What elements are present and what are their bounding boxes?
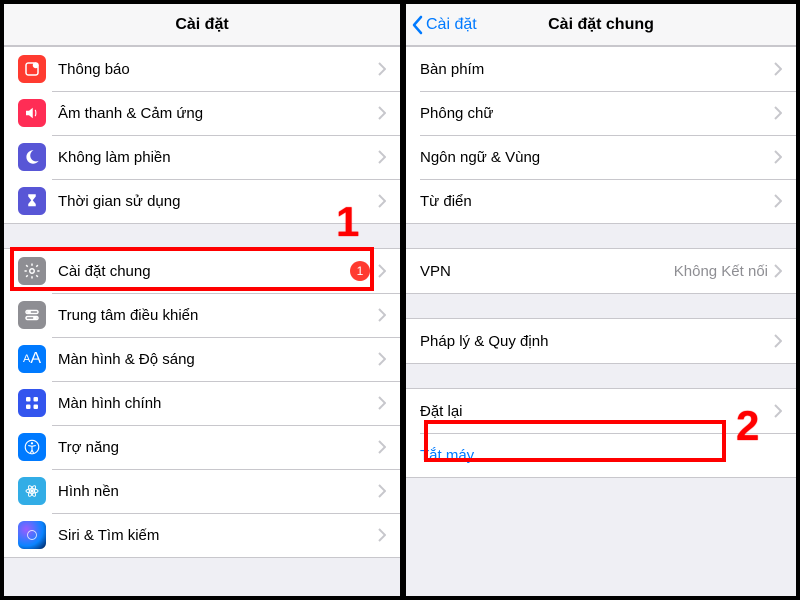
chevron-right-icon	[774, 194, 782, 208]
annotation-number-2: 2	[736, 402, 759, 450]
settings-list[interactable]: Thông báo Âm thanh & Cảm ứng Không làm p…	[4, 46, 400, 596]
row-notifications[interactable]: Thông báo	[4, 47, 400, 91]
row-label: Tắt máy	[420, 447, 782, 464]
chevron-right-icon	[774, 106, 782, 120]
row-keyboard[interactable]: Bàn phím	[406, 47, 796, 91]
row-dictionary[interactable]: Từ điển	[406, 179, 796, 223]
group-vpn: VPN Không Kết nối	[406, 248, 796, 294]
row-siri[interactable]: Siri & Tìm kiếm	[4, 513, 400, 557]
row-dnd[interactable]: Không làm phiền	[4, 135, 400, 179]
back-label: Cài đặt	[426, 16, 477, 34]
row-label: Pháp lý & Quy định	[420, 333, 774, 350]
row-wallpaper[interactable]: Hình nền	[4, 469, 400, 513]
row-display[interactable]: AA Màn hình & Độ sáng	[4, 337, 400, 381]
notification-badge: 1	[350, 261, 370, 281]
chevron-right-icon	[378, 484, 386, 498]
notification-icon	[18, 55, 46, 83]
chevron-right-icon	[378, 264, 386, 278]
navbar-right: Cài đặt Cài đặt chung	[406, 4, 796, 46]
chevron-right-icon	[378, 62, 386, 76]
group-general: Cài đặt chung 1 Trung tâm điều khiển AA …	[4, 248, 400, 558]
row-sounds[interactable]: Âm thanh & Cảm ứng	[4, 91, 400, 135]
chevron-right-icon	[378, 396, 386, 410]
general-list[interactable]: Bàn phím Phông chữ Ngôn ngữ & Vùng Từ đi…	[406, 46, 796, 596]
wallpaper-icon	[18, 477, 46, 505]
row-label: Bàn phím	[420, 61, 774, 78]
navbar-left: Cài đặt	[4, 4, 400, 46]
row-vpn[interactable]: VPN Không Kết nối	[406, 249, 796, 293]
row-label: Trợ năng	[58, 439, 378, 456]
chevron-right-icon	[378, 150, 386, 164]
group-gap	[406, 224, 796, 248]
chevron-right-icon	[378, 308, 386, 322]
hourglass-icon	[18, 187, 46, 215]
row-label: VPN	[420, 263, 674, 280]
group-gap	[406, 294, 796, 318]
back-button[interactable]: Cài đặt	[410, 4, 477, 45]
chevron-right-icon	[774, 334, 782, 348]
row-general[interactable]: Cài đặt chung 1	[4, 249, 400, 293]
gear-icon	[18, 257, 46, 285]
row-label: Phông chữ	[420, 105, 774, 122]
accessibility-icon	[18, 433, 46, 461]
chevron-right-icon	[378, 106, 386, 120]
group-legal: Pháp lý & Quy định	[406, 318, 796, 364]
chevron-right-icon	[378, 352, 386, 366]
row-label: Màn hình & Độ sáng	[58, 351, 378, 368]
chevron-right-icon	[774, 404, 782, 418]
switches-icon	[18, 301, 46, 329]
page-title: Cài đặt	[175, 16, 228, 34]
row-legal[interactable]: Pháp lý & Quy định	[406, 319, 796, 363]
row-label: Thông báo	[58, 61, 378, 78]
general-pane: Cài đặt Cài đặt chung Bàn phím Phông chữ…	[400, 4, 796, 596]
row-label: Cài đặt chung	[58, 263, 350, 280]
row-label: Âm thanh & Cảm ứng	[58, 105, 378, 122]
page-title: Cài đặt chung	[548, 16, 654, 34]
annotation-number-1: 1	[336, 198, 359, 246]
chevron-right-icon	[774, 264, 782, 278]
group-input: Bàn phím Phông chữ Ngôn ngữ & Vùng Từ đi…	[406, 46, 796, 224]
vpn-status: Không Kết nối	[674, 263, 768, 280]
row-label: Trung tâm điều khiển	[58, 307, 378, 324]
chevron-right-icon	[774, 62, 782, 76]
row-label: Từ điển	[420, 193, 774, 210]
row-language[interactable]: Ngôn ngữ & Vùng	[406, 135, 796, 179]
chevron-right-icon	[378, 440, 386, 454]
chevron-right-icon	[774, 150, 782, 164]
grid-icon	[18, 389, 46, 417]
row-label: Thời gian sử dụng	[58, 193, 378, 210]
group-gap	[406, 364, 796, 388]
row-accessibility[interactable]: Trợ năng	[4, 425, 400, 469]
tutorial-frame: Cài đặt Thông báo Âm thanh & Cảm ứng	[4, 4, 796, 596]
row-controlcenter[interactable]: Trung tâm điều khiển	[4, 293, 400, 337]
sound-icon	[18, 99, 46, 127]
row-label: Ngôn ngữ & Vùng	[420, 149, 774, 166]
row-label: Hình nền	[58, 483, 378, 500]
chevron-right-icon	[378, 194, 386, 208]
siri-icon	[18, 521, 46, 549]
row-fonts[interactable]: Phông chữ	[406, 91, 796, 135]
text-size-icon: AA	[18, 345, 46, 373]
row-homescreen[interactable]: Màn hình chính	[4, 381, 400, 425]
row-label: Không làm phiền	[58, 149, 378, 166]
moon-icon	[18, 143, 46, 171]
row-label: Đặt lại	[420, 403, 774, 420]
chevron-right-icon	[378, 528, 386, 542]
row-label: Siri & Tìm kiếm	[58, 527, 378, 544]
row-label: Màn hình chính	[58, 395, 378, 412]
settings-pane: Cài đặt Thông báo Âm thanh & Cảm ứng	[4, 4, 400, 596]
